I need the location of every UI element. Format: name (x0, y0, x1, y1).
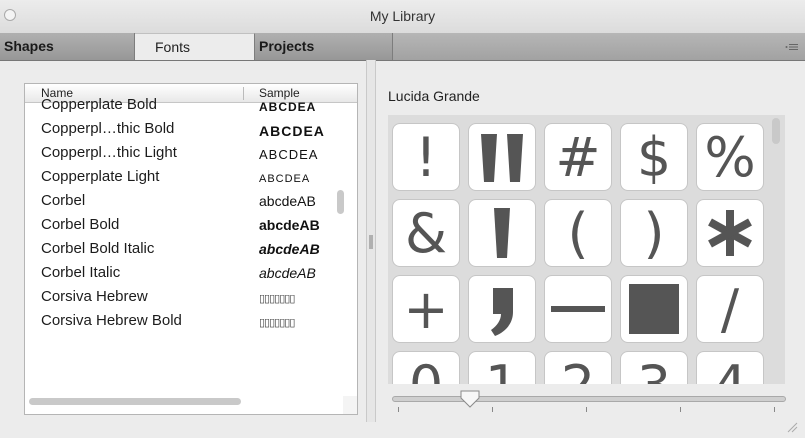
glyph-cell[interactable] (620, 275, 688, 343)
font-name: Corsiva Hebrew (41, 288, 148, 305)
font-sample: abcdeAB (259, 241, 320, 257)
font-list: Name Sample Copperplate Bold ABCDEA Copp… (24, 83, 358, 415)
font-sample: abcdeAB (259, 265, 316, 281)
font-list-horizontal-scrollbar[interactable] (29, 398, 241, 405)
glyph-cell[interactable]: $ (620, 123, 688, 191)
window-title: My Library (369, 8, 436, 24)
apostrophe-glyph-icon (494, 208, 510, 258)
comma-glyph-icon (491, 288, 513, 336)
tab-projects[interactable]: Projects (255, 33, 393, 60)
scroll-corner (343, 396, 357, 414)
glyph-cell[interactable] (468, 123, 536, 191)
preview-font-name: Lucida Grande (388, 88, 480, 104)
tab-fonts[interactable]: Fonts (135, 33, 255, 60)
tab-shapes[interactable]: Shapes (0, 33, 135, 60)
list-item[interactable]: Copperpl…thic Light ABCDEA (25, 142, 357, 166)
font-sample: ABCDEA (259, 123, 325, 139)
glyph-cell[interactable]: ! (392, 123, 460, 191)
glyph-grid-vertical-scrollbar[interactable] (772, 118, 780, 144)
font-sample: ▯▯▯▯▯▯▯ (259, 293, 295, 305)
glyph-cell[interactable]: 0 (392, 351, 460, 384)
font-name: Corbel Bold Italic (41, 240, 155, 257)
list-item[interactable]: Copperplate Bold ABCDEA (25, 94, 357, 118)
font-name: Corbel (41, 192, 86, 209)
double-quote-glyph-icon (481, 134, 523, 182)
menu-lines-icon[interactable] (785, 42, 799, 52)
list-item[interactable]: Corbel abcdeAB (25, 190, 357, 214)
glyph-grid: ! # $ % & ( ) + / (388, 115, 785, 384)
dash-glyph-icon (551, 306, 605, 312)
glyph-cell[interactable]: 2 (544, 351, 612, 384)
glyph-cell[interactable] (468, 275, 536, 343)
glyph-size-slider-ticks (392, 407, 784, 413)
glyph-cell[interactable]: + (392, 275, 460, 343)
font-sample: ABCDEA (259, 173, 311, 185)
splitter-grip-icon (369, 235, 373, 249)
glyph-cell[interactable]: # (544, 123, 612, 191)
font-sample: abcdeAB (259, 193, 316, 209)
glyph-cell[interactable]: 3 (620, 351, 688, 384)
list-item[interactable]: Corbel Bold abcdeAB (25, 214, 357, 238)
glyph-size-slider-thumb[interactable] (459, 390, 481, 408)
glyph-cell[interactable] (544, 275, 612, 343)
title-bar: My Library (0, 0, 805, 33)
font-name: Copperpl…thic Bold (41, 120, 175, 137)
font-name: Copperpl…thic Light (41, 144, 177, 161)
glyph-cell[interactable]: 1 (468, 351, 536, 384)
font-name: Copperplate Bold (41, 96, 157, 113)
font-name: Corbel Italic (41, 264, 121, 281)
list-item[interactable]: Corsiva Hebrew Bold ▯▯▯▯▯▯▯ (25, 310, 357, 334)
font-sample: abcdeAB (259, 217, 320, 233)
list-item[interactable]: Corbel Bold Italic abcdeAB (25, 238, 357, 262)
font-name: Corsiva Hebrew Bold (41, 312, 182, 329)
list-item[interactable]: Corbel Italic abcdeAB (25, 262, 357, 286)
glyph-cell[interactable] (696, 199, 764, 267)
font-sample: ABCDEA (259, 100, 317, 114)
asterisk-glyph-icon (708, 210, 752, 256)
panel-splitter[interactable] (366, 60, 376, 422)
square-glyph-icon (629, 284, 679, 334)
list-item[interactable]: Corsiva Hebrew ▯▯▯▯▯▯▯ (25, 286, 357, 310)
glyph-cell[interactable]: ) (620, 199, 688, 267)
glyph-cell[interactable] (468, 199, 536, 267)
font-list-rows: Copperplate Bold ABCDEA Copperpl…thic Bo… (25, 96, 357, 334)
slider-tick (680, 407, 681, 412)
slider-tick (398, 407, 399, 412)
glyph-cell[interactable]: & (392, 199, 460, 267)
slider-tick (774, 407, 775, 412)
slider-tick (492, 407, 493, 412)
list-item[interactable]: Copperpl…thic Bold ABCDEA (25, 118, 357, 142)
font-sample: ABCDEA (259, 147, 319, 162)
slider-tick (586, 407, 587, 412)
window-resize-grip-icon[interactable] (784, 419, 798, 433)
font-sample: ▯▯▯▯▯▯▯ (259, 317, 295, 329)
font-name: Corbel Bold (41, 216, 120, 233)
font-list-vertical-scrollbar[interactable] (337, 190, 344, 214)
glyph-cell[interactable]: ( (544, 199, 612, 267)
glyph-cell[interactable]: / (696, 275, 764, 343)
tab-bar-empty-area (393, 33, 805, 60)
glyph-cell[interactable]: % (696, 123, 764, 191)
glyph-size-slider-track[interactable] (392, 396, 786, 402)
tab-bar: Shapes Fonts Projects (0, 33, 805, 61)
font-name: Copperplate Light (41, 168, 160, 185)
glyph-cell[interactable]: 4 (696, 351, 764, 384)
list-item[interactable]: Copperplate Light ABCDEA (25, 166, 357, 190)
